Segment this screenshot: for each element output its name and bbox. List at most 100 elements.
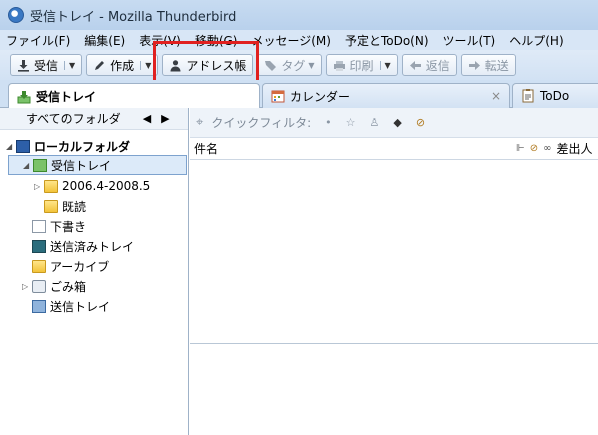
star-filter-icon[interactable]: ☆	[346, 116, 356, 129]
forward-label: 転送	[484, 58, 509, 73]
menu-go[interactable]: 移動(G)	[195, 32, 238, 49]
folder-icon	[44, 199, 58, 213]
tab-todo[interactable]: ToDo	[512, 83, 598, 108]
column-icons: ⊩ ⊘ ∞ 差出人	[516, 140, 597, 157]
folder-drafts[interactable]: 下書き	[32, 216, 86, 236]
print-label: 印刷	[349, 58, 374, 73]
folder-2006-2008[interactable]: ▷ 2006.4-2008.5	[34, 176, 150, 196]
close-icon[interactable]: ×	[491, 89, 501, 103]
tab-calendar-label: カレンダー	[290, 89, 351, 104]
receive-label: 受信	[34, 58, 59, 73]
menu-bar: ファイル(F) 編集(E) 表示(V) 移動(G) メッセージ(M) 予定とTo…	[0, 30, 598, 50]
menu-file[interactable]: ファイル(F)	[6, 32, 70, 49]
read-status-column-icon[interactable]: ∞	[543, 143, 551, 154]
folder-read[interactable]: 既読	[44, 196, 86, 216]
collapse-icon[interactable]: ◢	[23, 161, 33, 170]
compose-label: 作成	[110, 58, 135, 73]
trash-icon	[32, 279, 46, 293]
monitor-icon	[16, 139, 30, 153]
forward-button[interactable]: 転送	[460, 54, 516, 76]
pencil-icon	[95, 60, 105, 70]
menu-edit[interactable]: 編集(E)	[84, 32, 125, 49]
tab-bar: 受信トレイ カレンダー × ToDo	[0, 80, 598, 109]
tab-todo-label: ToDo	[540, 89, 570, 103]
calendar-icon	[271, 90, 285, 103]
folder-sent-label: 送信済みトレイ	[50, 239, 135, 254]
column-subject[interactable]: 件名	[190, 140, 218, 157]
sent-folder-icon	[32, 239, 46, 253]
todo-icon	[522, 89, 534, 103]
expand-icon[interactable]: ▷	[34, 182, 44, 191]
folder-read-label: 既読	[62, 199, 87, 214]
message-column-header: 件名 ⊩ ⊘ ∞ 差出人	[190, 138, 598, 160]
attachment-column-icon[interactable]: ⊘	[530, 143, 538, 154]
print-button[interactable]: 印刷 ▼	[325, 54, 398, 76]
download-icon	[18, 59, 29, 72]
tag-button[interactable]: タグ ▼	[257, 54, 322, 76]
forward-arrow-icon	[468, 60, 480, 70]
folder-archive-label: アーカイブ	[50, 259, 110, 274]
folder-sent[interactable]: 送信済みトレイ	[32, 236, 134, 256]
thread-column-icon[interactable]: ⊩	[516, 143, 525, 154]
folder-icon	[32, 259, 46, 273]
folder-trash-label: ごみ箱	[50, 279, 87, 294]
tab-inbox[interactable]: 受信トレイ	[8, 83, 260, 109]
menu-events-tasks[interactable]: 予定とToDo(N)	[345, 32, 429, 49]
collapse-icon[interactable]: ◢	[6, 142, 16, 151]
folder-pane: すべてのフォルダ ◀▶ ◢ ローカルフォルダ ◢ 受信トレイ ▷ 2006.4-…	[0, 108, 189, 435]
reply-arrow-icon	[409, 60, 421, 70]
compose-button[interactable]: 作成 ▼	[86, 54, 159, 76]
folder-inbox-label: 受信トレイ	[51, 158, 112, 173]
menu-tools[interactable]: ツール(T)	[443, 32, 496, 49]
reply-label: 返信	[425, 58, 450, 73]
folder-view-nav-arrows[interactable]: ◀▶	[143, 112, 180, 125]
tag-dropdown-arrow: ▼	[308, 60, 315, 70]
expand-icon[interactable]: ▷	[22, 282, 32, 291]
attachment-filter-icon[interactable]: ⊘	[416, 116, 425, 129]
folder-inbox[interactable]: ◢ 受信トレイ	[8, 155, 187, 175]
main-toolbar: 受信 ▼ 作成 ▼ アドレス帳 タグ ▼ 印刷 ▼ 返信 転送	[0, 50, 598, 80]
pin-icon[interactable]: ⌖	[196, 115, 203, 130]
folder-icon	[44, 179, 58, 193]
compose-dropdown-arrow[interactable]: ▼	[140, 60, 151, 70]
tag-icon	[265, 60, 277, 71]
tab-inbox-label: 受信トレイ	[36, 90, 97, 104]
inbox-icon	[33, 158, 47, 172]
reply-button[interactable]: 返信	[401, 54, 457, 76]
message-list[interactable]	[190, 160, 598, 344]
folder-archive[interactable]: アーカイブ	[32, 256, 109, 276]
folder-local[interactable]: ◢ ローカルフォルダ	[6, 136, 130, 156]
folder-2006-2008-label: 2006.4-2008.5	[62, 179, 151, 193]
inbox-icon	[17, 90, 31, 103]
folder-local-label: ローカルフォルダ	[34, 139, 131, 154]
folder-pane-header: すべてのフォルダ ◀▶	[0, 108, 188, 130]
title-bar: 受信トレイ - Mozilla Thunderbird	[0, 0, 598, 30]
folder-view-label[interactable]: すべてのフォルダ	[26, 110, 121, 127]
folder-drafts-label: 下書き	[50, 219, 87, 234]
message-pane: ⌖ クイックフィルタ: • ☆ ♙ ◆ ⊘ 件名 ⊩ ⊘ ∞ 差出人	[190, 108, 598, 435]
quick-filter-label: クイックフィルタ:	[211, 116, 312, 130]
tag-filter-icon[interactable]: ◆	[393, 116, 401, 129]
address-book-label: アドレス帳	[186, 58, 247, 73]
receive-dropdown-arrow[interactable]: ▼	[64, 60, 75, 70]
tag-label: タグ	[281, 58, 306, 73]
outbox-icon	[32, 299, 46, 313]
folder-outbox-label: 送信トレイ	[50, 299, 111, 314]
print-dropdown-arrow[interactable]: ▼	[379, 60, 391, 70]
menu-message[interactable]: メッセージ(M)	[251, 32, 330, 49]
folder-outbox[interactable]: 送信トレイ	[32, 296, 110, 316]
quick-filter-bar: ⌖ クイックフィルタ: • ☆ ♙ ◆ ⊘	[190, 108, 598, 138]
printer-icon	[333, 60, 345, 71]
tab-calendar[interactable]: カレンダー ×	[262, 83, 510, 108]
menu-help[interactable]: ヘルプ(H)	[509, 32, 563, 49]
unread-filter-icon[interactable]: •	[325, 116, 332, 129]
menu-view[interactable]: 表示(V)	[139, 32, 181, 49]
receive-button[interactable]: 受信 ▼	[10, 54, 83, 76]
folder-trash[interactable]: ▷ ごみ箱	[22, 276, 86, 296]
draft-page-icon	[32, 219, 46, 233]
contact-filter-icon[interactable]: ♙	[370, 116, 380, 129]
window-title: 受信トレイ - Mozilla Thunderbird	[30, 9, 237, 25]
person-icon	[170, 59, 181, 71]
column-from[interactable]: 差出人	[556, 140, 592, 157]
address-book-button[interactable]: アドレス帳	[162, 54, 254, 76]
